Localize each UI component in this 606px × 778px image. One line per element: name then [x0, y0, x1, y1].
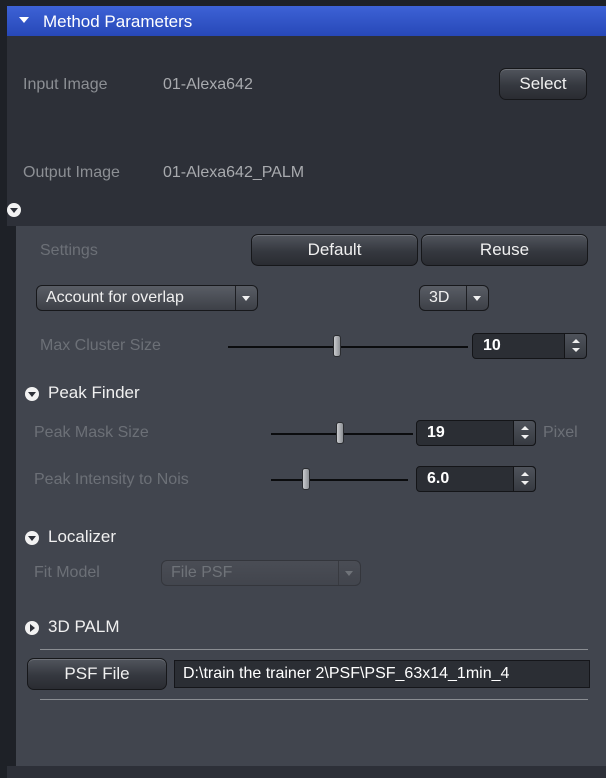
psf-path-value: D:\train the trainer 2\PSF\PSF_63x14_1mi…	[183, 665, 510, 682]
peak-mask-size-label: Peak Mask Size	[34, 424, 149, 441]
fit-model-label: Fit Model	[34, 564, 100, 581]
input-image-label: Input Image	[23, 76, 108, 93]
fit-model-select[interactable]: File PSF	[161, 560, 361, 586]
peak-intensity-value: 6.0	[427, 470, 450, 487]
peak-mask-unit: Pixel	[543, 424, 578, 441]
spin-arrows-icon[interactable]	[513, 421, 535, 445]
chevron-down-icon[interactable]	[235, 286, 257, 310]
max-cluster-value: 10	[483, 337, 501, 354]
select-button[interactable]: Select	[499, 68, 587, 100]
psf-path-field[interactable]: D:\train the trainer 2\PSF\PSF_63x14_1mi…	[174, 660, 590, 688]
method-parameters-header[interactable]: Method Parameters	[7, 6, 606, 36]
peak-finder-title: Peak Finder	[48, 383, 140, 402]
max-cluster-spinbox[interactable]: 10	[472, 333, 587, 359]
default-button[interactable]: Default	[251, 234, 418, 266]
palm3d-toggle-icon[interactable]	[25, 621, 39, 635]
palm3d-title: 3D PALM	[48, 617, 120, 636]
peak-mask-value: 19	[427, 424, 445, 441]
peak-finder-toggle-icon[interactable]	[25, 387, 39, 401]
output-image-label: Output Image	[23, 164, 120, 181]
peak-intensity-spinbox[interactable]: 6.0	[416, 466, 536, 492]
peak-intensity-slider-track[interactable]	[271, 479, 408, 481]
divider	[40, 699, 588, 700]
output-image-value: 01-Alexa642_PALM	[163, 164, 305, 181]
spin-arrows-icon[interactable]	[513, 467, 535, 491]
divider	[40, 649, 588, 650]
overlap-mode-select[interactable]: Account for overlap	[36, 285, 258, 311]
input-image-value: 01-Alexa642	[163, 76, 253, 93]
chevron-down-icon[interactable]	[466, 286, 488, 310]
peak-mask-slider-thumb[interactable]	[336, 422, 344, 444]
fit-model-value: File PSF	[171, 564, 233, 581]
reuse-button[interactable]: Reuse	[421, 234, 588, 266]
localizer-toggle-icon[interactable]	[25, 531, 39, 545]
peak-intensity-slider-thumb[interactable]	[302, 468, 310, 490]
panel-footer	[7, 766, 606, 778]
expand-settings-toggle-icon[interactable]	[7, 203, 21, 217]
image-io-section: Input Image 01-Alexa642 Select Output Im…	[7, 36, 606, 226]
peak-mask-spinbox[interactable]: 19	[416, 420, 536, 446]
settings-label: Settings	[40, 242, 98, 259]
max-cluster-slider-thumb[interactable]	[333, 335, 341, 357]
localizer-title: Localizer	[48, 527, 117, 546]
chevron-down-icon[interactable]	[338, 561, 360, 585]
max-cluster-slider-track[interactable]	[228, 346, 468, 348]
overlap-mode-value: Account for overlap	[46, 289, 184, 306]
settings-panel: Settings Default Reuse Account for overl…	[16, 226, 606, 766]
dimension-select[interactable]: 3D	[419, 285, 489, 311]
psf-file-button[interactable]: PSF File	[27, 658, 167, 690]
dimension-value: 3D	[429, 289, 450, 306]
collapse-caret-icon[interactable]	[19, 17, 29, 23]
peak-intensity-label: Peak Intensity to Nois	[34, 471, 189, 488]
spin-arrows-icon[interactable]	[564, 334, 586, 358]
max-cluster-size-label: Max Cluster Size	[40, 337, 161, 354]
header-title: Method Parameters	[43, 12, 193, 31]
